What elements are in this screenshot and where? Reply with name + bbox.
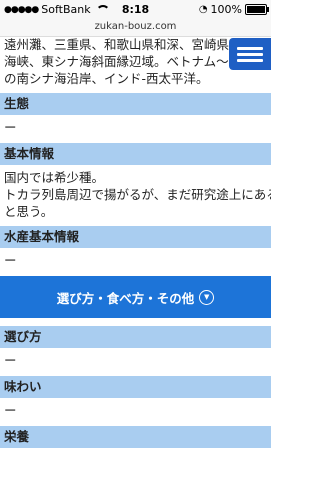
- section-ecology-header: 生態: [0, 93, 271, 115]
- banner-label: 選び方・食べ方・その他: [56, 290, 195, 306]
- menu-icon-bar: [237, 52, 263, 56]
- chevron-down-circle-icon: ▼: [199, 289, 215, 305]
- basic-line-3: と思う。: [4, 204, 54, 219]
- fishery-value: ー: [4, 253, 17, 268]
- section-selection-header: 選び方: [0, 326, 271, 348]
- menu-button[interactable]: [229, 38, 271, 70]
- menu-icon-bar: [237, 46, 263, 50]
- basic-line-1: 国内では希少種。: [4, 170, 105, 185]
- battery-icon: [245, 4, 269, 15]
- main-content: 遠州灘、三重県、和歌山県和深、宮崎県、東シナ 海峡、東シナ海斜面縁辺域。ベトナム…: [0, 36, 271, 448]
- ecology-value: ー: [4, 120, 17, 135]
- url-text: zukan-bouz.com: [94, 21, 177, 32]
- section-nutrition-header: 栄養: [0, 426, 271, 448]
- basic-line-2: トカラ列島周辺で揚がるが、まだ研究途上にある: [4, 187, 271, 202]
- battery-percent: 100%: [210, 3, 242, 16]
- taste-value: ー: [4, 403, 17, 418]
- section-taste-header: 味わい: [0, 376, 271, 398]
- menu-icon-bar: [237, 58, 263, 62]
- status-bar: ●●●●● SoftBank 8:18 ◔ 100%: [0, 0, 271, 20]
- section-fishery-header: 水産基本情報: [0, 226, 271, 248]
- habitat-line-3: の南シナ海沿岸、インド-西太平洋。: [4, 71, 209, 86]
- alarm-icon: ◔: [198, 4, 208, 15]
- url-bar[interactable]: zukan-bouz.com: [0, 20, 271, 37]
- section-basic-header: 基本情報: [0, 143, 271, 165]
- status-right: ◔ 100%: [198, 3, 269, 16]
- selection-eating-banner[interactable]: 選び方・食べ方・その他 ▼: [0, 276, 271, 318]
- selection-value: ー: [4, 353, 17, 368]
